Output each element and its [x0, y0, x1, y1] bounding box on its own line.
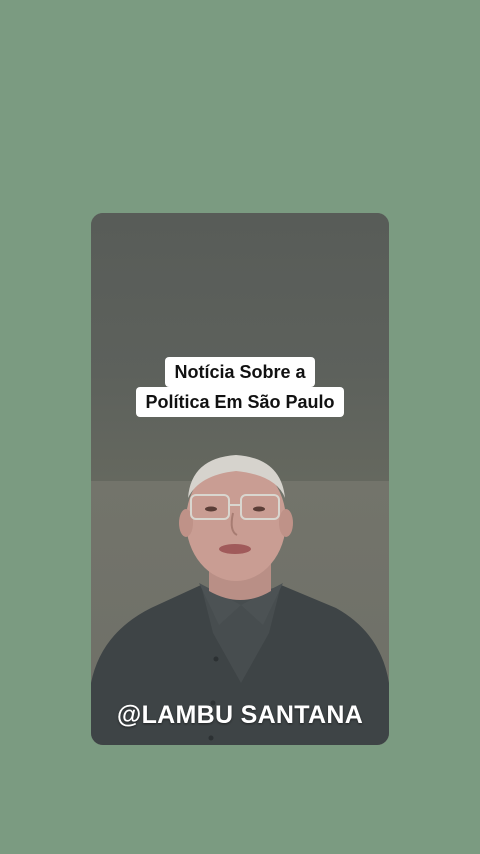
video-caption-line-2: Política Em São Paulo — [91, 387, 389, 417]
speaker-figure — [91, 455, 389, 745]
video-card[interactable]: Notícia Sobre a Política Em São Paulo @L… — [91, 213, 389, 745]
screen: Notícia Sobre a Política Em São Paulo @L… — [0, 0, 480, 854]
caption-text: Notícia Sobre a — [165, 357, 315, 387]
caption-text: Política Em São Paulo — [136, 387, 344, 417]
creator-handle: @LAMBU SANTANA — [116, 701, 364, 729]
video-caption-line-1: Notícia Sobre a — [91, 357, 389, 387]
